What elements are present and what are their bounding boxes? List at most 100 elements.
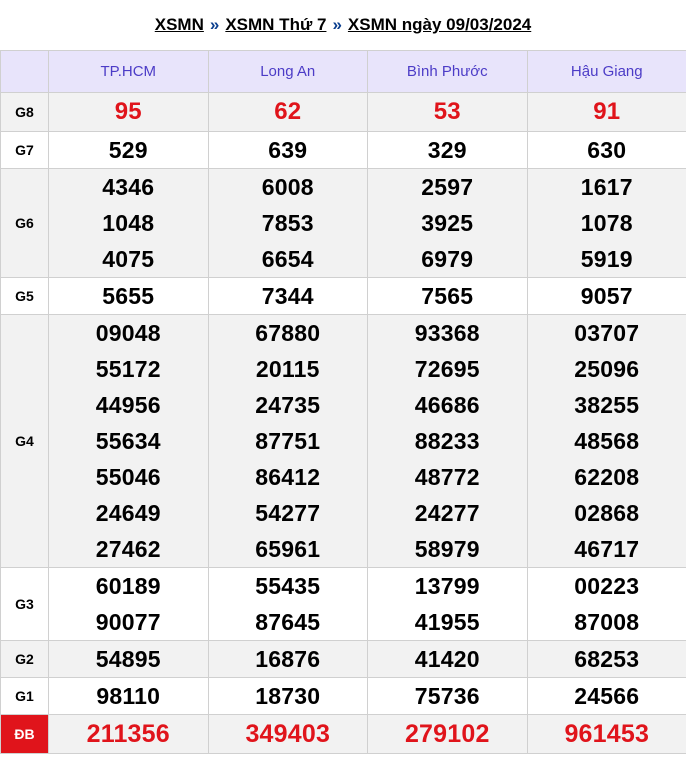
- prize-cell: 75736: [367, 677, 528, 715]
- prize-number: 630: [587, 137, 627, 163]
- prize-number: 38255: [574, 392, 640, 418]
- prize-cell: 329: [367, 131, 528, 169]
- prize-row-g3: G3 60189 90077 55435 87645 13799 41955 00223 870…: [0, 567, 686, 641]
- prize-row-g4: G4 09048 55172 44956 55634 55046 24649 27462 678…: [0, 314, 686, 568]
- prize-cell: 2597 3925 6979: [367, 168, 528, 278]
- prize-number: 961453: [564, 720, 650, 748]
- prize-number: 44956: [95, 392, 161, 418]
- prize-number: 18730: [255, 683, 321, 709]
- prize-number: 93368: [414, 320, 480, 346]
- prize-row-g1: G1 98110 18730 75736 24566: [0, 677, 686, 715]
- prize-number: 9057: [580, 283, 633, 309]
- prize-number: 55172: [95, 356, 161, 382]
- prize-cell: 41420: [367, 640, 528, 678]
- prize-number: 87645: [255, 609, 321, 635]
- prize-number: 87008: [574, 609, 640, 635]
- breadcrumb-separator: »: [209, 15, 220, 34]
- prize-cell: 54895: [48, 640, 209, 678]
- prize-row-db: ĐB 211356 349403 279102 961453: [0, 714, 686, 754]
- province-header[interactable]: Bình Phước: [367, 50, 528, 93]
- prize-number: 55634: [95, 428, 161, 454]
- prize-number: 65961: [255, 536, 321, 562]
- breadcrumb-separator: »: [332, 15, 342, 34]
- province-header[interactable]: Long An: [207, 50, 368, 93]
- prize-number: 1617: [580, 174, 633, 200]
- prize-number: 88233: [414, 428, 480, 454]
- prize-cell: 55435 87645: [207, 567, 368, 641]
- prize-row-g6: G6 4346 1048 4075 6008 7853 6654 2597 3925 6979 16…: [0, 168, 686, 278]
- prize-number: 48772: [414, 464, 480, 490]
- province-header[interactable]: TP.HCM: [48, 50, 209, 93]
- breadcrumb-link-xsmn[interactable]: XSMN: [155, 15, 204, 35]
- prize-cell: 211356: [48, 714, 209, 754]
- prize-number: 349403: [245, 720, 331, 748]
- prize-number: 55435: [255, 573, 321, 599]
- prize-number: 279102: [404, 720, 490, 748]
- prize-number: 41420: [414, 646, 480, 672]
- province-header[interactable]: Hậu Giang: [526, 50, 686, 93]
- prize-number: 27462: [95, 536, 161, 562]
- prize-label: G5: [0, 277, 49, 315]
- prize-number: 03707: [574, 320, 640, 346]
- prize-number: 72695: [414, 356, 480, 382]
- prize-number: 55046: [95, 464, 161, 490]
- prize-number: 329: [427, 137, 467, 163]
- prize-number: 86412: [255, 464, 321, 490]
- prize-cell: 18730: [207, 677, 368, 715]
- prize-number: 87751: [255, 428, 321, 454]
- prize-cell: 68253: [526, 640, 686, 678]
- prize-number: 95: [114, 98, 142, 125]
- prize-number: 4346: [102, 174, 155, 200]
- prize-number: 25096: [574, 356, 640, 382]
- prize-cell: 279102: [367, 714, 528, 754]
- prize-number: 24649: [95, 500, 161, 526]
- prize-label: G3: [0, 567, 49, 641]
- prize-number: 58979: [414, 536, 480, 562]
- prize-number: 16876: [255, 646, 321, 672]
- breadcrumb-link-date[interactable]: XSMN ngày 09/03/2024: [348, 15, 531, 35]
- prize-number: 46686: [414, 392, 480, 418]
- breadcrumb: XSMN » XSMN Thứ 7 » XSMN ngày 09/03/2024: [0, 0, 686, 50]
- prize-number: 3925: [421, 210, 474, 236]
- prize-label: G2: [0, 640, 49, 678]
- prize-number: 91: [593, 98, 621, 125]
- prize-cell: 961453: [526, 714, 686, 754]
- prize-row-g5: G5 5655 7344 7565 9057: [0, 277, 686, 315]
- prize-cell: 529: [48, 131, 209, 169]
- prize-cell: 00223 87008: [526, 567, 686, 641]
- prize-cell: 98110: [48, 677, 209, 715]
- prize-cell: 7565: [367, 277, 528, 315]
- prize-cell: 95: [48, 92, 209, 132]
- prize-number: 09048: [95, 320, 161, 346]
- prize-label: G7: [0, 131, 49, 169]
- prize-number: 68253: [574, 646, 640, 672]
- prize-number: 7853: [261, 210, 314, 236]
- prize-number: 7344: [261, 283, 314, 309]
- prize-number: 1078: [580, 210, 633, 236]
- prize-label: G6: [0, 168, 49, 278]
- prize-number: 1048: [102, 210, 155, 236]
- prize-label: G1: [0, 677, 49, 715]
- prize-cell: 93368 72695 46686 88233 48772 24277 58979: [367, 314, 528, 568]
- lottery-results-page: XSMN » XSMN Thứ 7 » XSMN ngày 09/03/2024…: [0, 0, 686, 758]
- prize-number: 60189: [95, 573, 161, 599]
- prize-number: 5655: [102, 283, 155, 309]
- prize-cell: 639: [207, 131, 368, 169]
- prize-cell: 53: [367, 92, 528, 132]
- prize-number: 529: [108, 137, 148, 163]
- prize-cell: 24566: [526, 677, 686, 715]
- prize-cell: 62: [207, 92, 368, 132]
- prize-number: 67880: [255, 320, 321, 346]
- prize-cell: 349403: [207, 714, 368, 754]
- prize-number: 13799: [414, 573, 480, 599]
- prize-number: 75736: [414, 683, 480, 709]
- prize-number: 62208: [574, 464, 640, 490]
- prize-cell: 6008 7853 6654: [207, 168, 368, 278]
- prize-cell: 09048 55172 44956 55634 55046 24649 27462: [48, 314, 209, 568]
- prize-number: 24277: [414, 500, 480, 526]
- prize-number: 00223: [574, 573, 640, 599]
- prize-cell: 67880 20115 24735 87751 86412 54277 65961: [207, 314, 368, 568]
- prize-number: 02868: [574, 500, 640, 526]
- breadcrumb-link-xsmn-thu7[interactable]: XSMN Thứ 7: [225, 15, 326, 35]
- prize-row-g8: G8 95 62 53 91: [0, 92, 686, 132]
